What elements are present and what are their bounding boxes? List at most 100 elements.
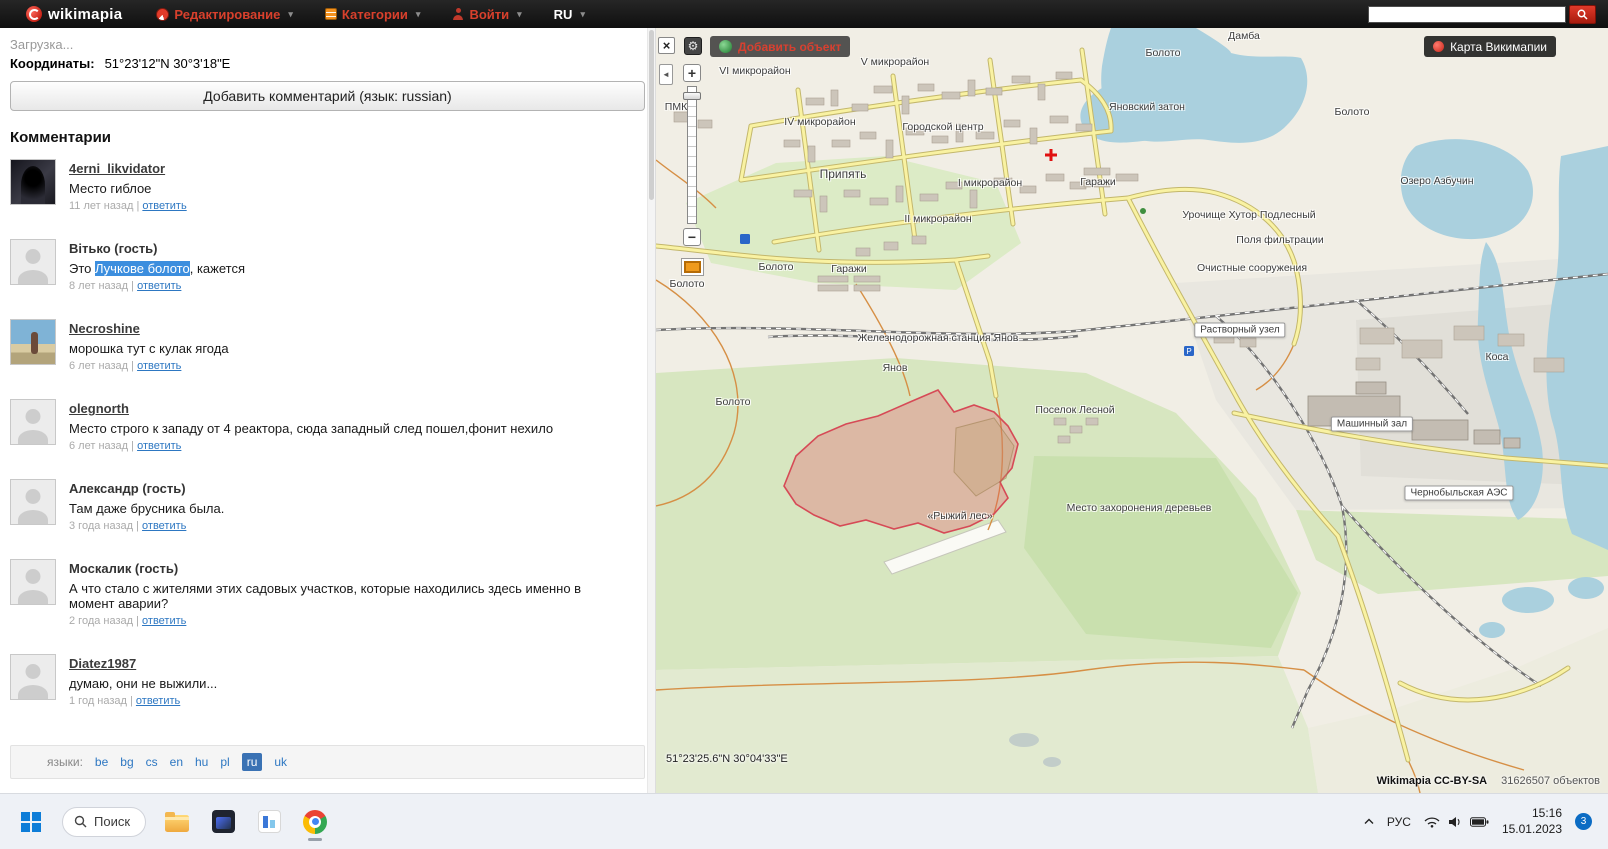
close-panel-button[interactable]: × bbox=[658, 37, 675, 54]
map-label[interactable]: Озеро Азбучин bbox=[1400, 175, 1473, 187]
clock[interactable]: 15:16 15.01.2023 bbox=[1502, 806, 1562, 837]
system-tray[interactable] bbox=[1424, 816, 1489, 828]
attribution-license[interactable]: Wikimapia CC-BY-SA bbox=[1377, 775, 1488, 787]
comment-author[interactable]: 4erni_likvidator bbox=[69, 161, 165, 176]
map-label[interactable]: V микрорайон bbox=[861, 56, 929, 68]
map-label[interactable]: Поля фильтрации bbox=[1236, 234, 1323, 246]
map-label[interactable]: Урочище Хутор Подлесный bbox=[1182, 209, 1315, 221]
map-label[interactable]: Гаражи bbox=[1080, 176, 1116, 188]
map-label[interactable]: Поселок Лесной bbox=[1035, 404, 1114, 416]
reply-link[interactable]: ответить bbox=[142, 615, 186, 627]
map-label[interactable]: Очистные сооружения bbox=[1197, 262, 1307, 274]
panel-scrollbar[interactable] bbox=[647, 28, 655, 793]
language-selector[interactable]: RU bbox=[554, 7, 585, 22]
comments-list: 4erni_likvidatorМесто гиблое11 лет назад… bbox=[10, 159, 645, 734]
map-label[interactable]: Болото bbox=[759, 261, 794, 273]
map-label[interactable]: Болото bbox=[1335, 106, 1370, 118]
chrome-icon bbox=[303, 810, 327, 834]
map-label[interactable]: Гаражи bbox=[831, 263, 867, 275]
map-label[interactable]: Янов bbox=[883, 362, 908, 374]
minimap-tool-icon[interactable] bbox=[682, 259, 703, 275]
zoom-out-button[interactable]: − bbox=[683, 228, 701, 246]
reply-link[interactable]: ответить bbox=[137, 360, 181, 372]
map-label[interactable]: Коса bbox=[1485, 351, 1508, 363]
reply-link[interactable]: ответить bbox=[137, 280, 181, 292]
photos-app-button[interactable] bbox=[250, 802, 288, 842]
menu-login[interactable]: Войти bbox=[452, 7, 521, 22]
map-label[interactable]: ПМК bbox=[665, 101, 687, 113]
language-link-be[interactable]: be bbox=[95, 755, 108, 769]
map-label[interactable]: Растворный узел bbox=[1194, 323, 1285, 338]
comment-item: Александр (гость)Там даже брусника была.… bbox=[10, 479, 645, 532]
language-link-hu[interactable]: hu bbox=[195, 755, 208, 769]
map-label[interactable]: Дамба bbox=[1228, 30, 1260, 42]
start-button[interactable] bbox=[12, 802, 50, 842]
add-object-button[interactable]: Добавить объект bbox=[710, 36, 850, 57]
map-type-button[interactable]: Карта Викимапии bbox=[1424, 36, 1556, 57]
map-label[interactable]: Место захоронения деревьев bbox=[1067, 502, 1212, 514]
map-label[interactable]: VI микрорайон bbox=[719, 65, 790, 77]
scrollbar-thumb[interactable] bbox=[649, 30, 654, 200]
tray-chevron-icon[interactable] bbox=[1364, 818, 1374, 826]
add-comment-button[interactable]: Добавить комментарий (язык: russian) bbox=[10, 81, 645, 111]
language-link-cs[interactable]: cs bbox=[146, 755, 158, 769]
zoom-slider[interactable] bbox=[687, 86, 697, 224]
zoom-slider-thumb[interactable] bbox=[683, 92, 701, 100]
comment-item: Москалик (гость)А что стало с жителями э… bbox=[10, 559, 645, 627]
wikimapia-logo-icon bbox=[26, 6, 42, 22]
map-label[interactable]: II микрорайон bbox=[904, 213, 971, 225]
comment-age: 6 лет назад | bbox=[69, 440, 137, 452]
wikimapia-logo[interactable]: wikimapia bbox=[26, 6, 122, 23]
comment-text: думаю, они не выжили... bbox=[69, 676, 217, 691]
comment-author: Москалик (гость) bbox=[69, 561, 178, 576]
map-label[interactable]: Яновский затон bbox=[1109, 101, 1185, 113]
reply-link[interactable]: ответить bbox=[136, 695, 180, 707]
map-label[interactable]: I микрорайон bbox=[958, 177, 1022, 189]
map-label[interactable]: Городской центр bbox=[902, 121, 983, 133]
comment-age: 3 года назад | bbox=[69, 520, 142, 532]
collapse-panel-button[interactable]: ◄ bbox=[659, 64, 673, 85]
language-link-ru[interactable]: ru bbox=[242, 753, 263, 771]
map-label[interactable]: Машинный зал bbox=[1331, 417, 1413, 432]
file-explorer-button[interactable] bbox=[158, 802, 196, 842]
map-label[interactable]: Чернобыльская АЭС bbox=[1404, 486, 1513, 501]
language-link-en[interactable]: en bbox=[170, 755, 183, 769]
zoom-in-button[interactable]: + bbox=[683, 64, 701, 82]
object-panel: Загрузка... Координаты:51°23'12"N 30°3'1… bbox=[0, 28, 656, 793]
chrome-button[interactable] bbox=[296, 802, 334, 842]
map-label[interactable]: Железнодорожная станция Янов bbox=[858, 332, 1019, 344]
comment-author[interactable]: olegnorth bbox=[69, 401, 129, 416]
map-label[interactable]: Припять bbox=[820, 167, 867, 181]
reply-link[interactable]: ответить bbox=[137, 440, 181, 452]
map-label[interactable]: Болото bbox=[716, 396, 751, 408]
search-input[interactable] bbox=[1368, 6, 1566, 23]
language-link-pl[interactable]: pl bbox=[220, 755, 229, 769]
search-button[interactable] bbox=[1569, 5, 1596, 24]
languages-label: языки: bbox=[47, 755, 83, 769]
map-label[interactable]: IV микрорайон bbox=[784, 116, 855, 128]
language-link-uk[interactable]: uk bbox=[274, 755, 287, 769]
comment-author[interactable]: Diatez1987 bbox=[69, 656, 136, 671]
input-language-indicator[interactable]: РУС bbox=[1387, 815, 1411, 829]
map-label[interactable]: Болото bbox=[670, 278, 705, 290]
menu-categories[interactable]: Категории bbox=[325, 7, 421, 22]
map[interactable]: P Дамба Болото VI микрорайон V микрорайон ПМ… bbox=[656, 28, 1608, 793]
comment-text: морошка тут с кулак ягода bbox=[69, 341, 229, 356]
comment-author: Александр (гость) bbox=[69, 481, 186, 496]
map-label[interactable]: «Рыжий лес» bbox=[927, 510, 992, 522]
map-label[interactable]: Болото bbox=[1146, 47, 1181, 59]
map-canvas[interactable]: P bbox=[656, 28, 1608, 793]
media-app-button[interactable] bbox=[204, 802, 242, 842]
languages-bar: языки: bebgcsenhuplruuk bbox=[10, 745, 645, 779]
taskbar-search[interactable]: Поиск bbox=[62, 807, 146, 837]
menu-editing[interactable]: Редактирование bbox=[156, 7, 292, 22]
comment-author[interactable]: Necroshine bbox=[69, 321, 140, 336]
topbar: wikimapia Редактирование Категории Войти… bbox=[0, 0, 1608, 28]
language-link-bg[interactable]: bg bbox=[120, 755, 133, 769]
media-app-icon bbox=[212, 810, 235, 833]
notification-badge[interactable]: 3 bbox=[1575, 813, 1592, 830]
settings-button[interactable]: ⚙ bbox=[684, 37, 702, 55]
reply-link[interactable]: ответить bbox=[142, 520, 186, 532]
reply-link[interactable]: ответить bbox=[142, 200, 186, 212]
comment-meta: 11 лет назад | ответить bbox=[69, 200, 187, 212]
